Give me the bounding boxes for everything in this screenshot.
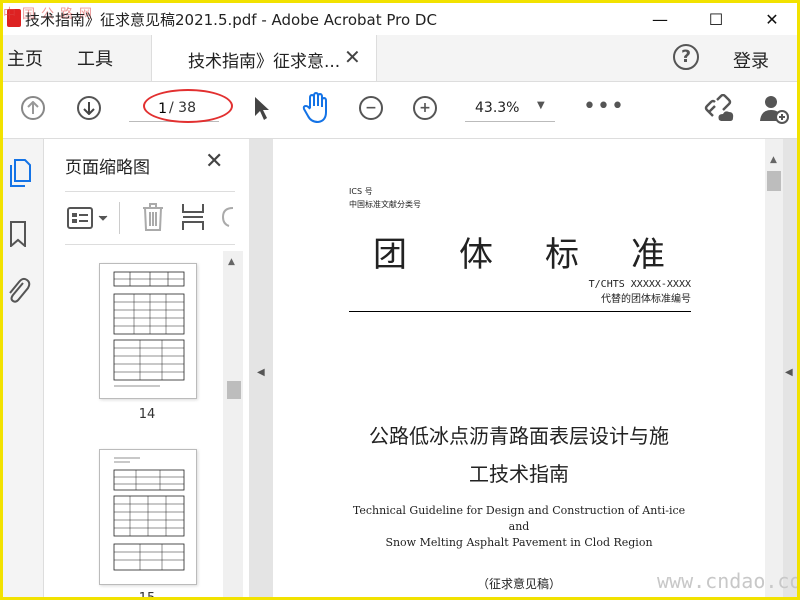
trash-icon[interactable] [141,202,165,232]
standard-type-heading: 团体标准 [373,235,717,275]
toolbar-divider [119,202,120,234]
zoom-value: 43.3% [475,100,520,116]
thumbnail-label: 15 [138,591,156,600]
window-title: 技术指南》征求意见稿2021.5.pdf - Adobe Acrobat Pro… [25,11,437,29]
scroll-up-icon[interactable]: ▲ [228,257,235,267]
toolbar: / 38 − + 43.3% ▼ ••• [3,82,797,139]
draft-label: （征求意见稿） [476,577,561,591]
document-page: ICS 号 中国标准文献分类号 团体标准 T/CHTS XXXXX-XXXX 代… [273,139,765,597]
tab-close-icon[interactable]: ✕ [344,45,361,69]
expand-right-pane-icon[interactable]: ◀ [785,367,793,378]
navigation-rail [3,139,44,597]
page-thumbnails-panel: 页面缩略图 ✕ 14 15 ▲ [47,139,249,597]
document-title-cn: 公路低冰点沥青路面表层设计与施 工技术指南 [343,417,695,493]
title-cn-line2: 工技术指南 [469,462,569,486]
title-cn-line1: 公路低冰点沥青路面表层设计与施 [369,424,669,448]
add-user-icon[interactable] [759,94,789,124]
close-window-button[interactable]: ✕ [749,3,795,35]
share-link-icon[interactable] [703,94,735,124]
minimize-button[interactable]: — [637,3,683,35]
heading-rule [349,311,691,312]
next-page-button[interactable] [77,96,101,120]
standard-code: T/CHTS XXXXX-XXXX [588,279,691,290]
help-icon[interactable]: ? [673,44,699,70]
scroll-up-icon[interactable]: ▲ [770,155,777,165]
zoom-in-button[interactable]: + [413,96,437,120]
zoom-select[interactable]: 43.3% ▼ [465,97,555,122]
title-bar: 中国公路网 技术指南》征求意见稿2021.5.pdf - Adobe Acrob… [3,3,797,35]
page-thumbnails-icon[interactable] [9,159,31,187]
ics-number: ICS 号 [349,187,373,196]
attachment-icon[interactable] [7,275,31,305]
thumbnail-toolbar [65,191,235,245]
tab-bar: 主页 工具 技术指南》征求意... ✕ ? 登录 [3,35,797,82]
zoom-out-button[interactable]: − [359,96,383,120]
sign-in-button[interactable]: 登录 [733,47,769,73]
thumbnail-preview [113,271,185,387]
thumbnail-options-icon[interactable] [67,206,115,230]
title-en-line2: Snow Melting Asphalt Pavement in Clod Re… [385,536,653,549]
app-window: 中国公路网 技术指南》征求意见稿2021.5.pdf - Adobe Acrob… [0,0,800,600]
thumbnail-preview [113,457,185,571]
tab-home[interactable]: 主页 [7,45,43,71]
document-title-en: Technical Guideline for Design and Const… [343,503,695,551]
bookmark-icon[interactable] [9,221,27,247]
pointer-icon[interactable] [253,96,271,122]
thumbnail-scrollbar[interactable]: ▲ [223,251,243,597]
classification-number: 中国标准文献分类号 [349,200,421,209]
insert-pages-icon[interactable] [181,202,205,232]
previous-page-button[interactable] [21,96,45,120]
arrow-down-icon [83,102,95,115]
standard-code-block: T/CHTS XXXXX-XXXX 代替的团体标准编号 [533,277,691,307]
panel-close-icon[interactable]: ✕ [205,149,223,174]
hand-icon[interactable] [301,92,331,124]
tab-tools[interactable]: 工具 [77,45,113,71]
chevron-down-icon: ▼ [537,100,545,111]
ics-block: ICS 号 中国标准文献分类号 [349,185,421,211]
panel-title: 页面缩略图 [65,158,150,178]
maximize-button[interactable]: ☐ [693,3,739,35]
document-scroll-thumb[interactable] [767,171,781,191]
rotate-icon[interactable] [219,202,235,232]
tab-document[interactable]: 技术指南》征求意... ✕ [151,35,377,81]
panel-splitter[interactable]: ◀ [249,139,273,597]
document-scrollbar[interactable]: ▲ [765,139,783,597]
more-tools-icon[interactable]: ••• [583,94,625,119]
collapse-panel-icon[interactable]: ◀ [257,367,265,378]
page-thumbnail-14[interactable] [99,263,197,399]
thumbnail-label: 14 [138,407,156,422]
replaced-standard-code: 代替的团体标准编号 [601,294,691,305]
arrow-up-icon [27,101,39,114]
watermark-bottom: www.cndao.com [657,569,800,593]
title-en-line1: Technical Guideline for Design and Const… [352,504,686,533]
page-thumbnail-15[interactable] [99,449,197,585]
highlight-annotation-ellipse [143,89,233,123]
thumbnail-scroll-thumb[interactable] [227,381,241,399]
right-pane-toggle[interactable]: ◀ [783,139,797,597]
tab-document-label: 技术指南》征求意... [188,52,341,72]
